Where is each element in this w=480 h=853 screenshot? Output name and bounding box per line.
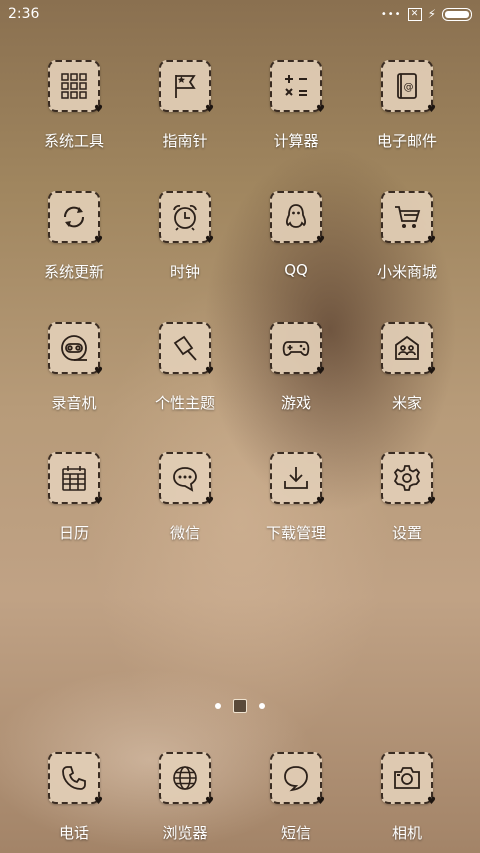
cassette-icon: ♥ xyxy=(48,322,103,377)
app-label: 个性主题 xyxy=(154,394,215,412)
heart-badge-icon: ♥ xyxy=(427,104,436,115)
heart-badge-icon: ♥ xyxy=(94,235,103,246)
dock-browser[interactable]: ♥ 浏览器 xyxy=(135,752,235,843)
heart-badge-icon: ♥ xyxy=(316,796,325,807)
heart-badge-icon: ♥ xyxy=(205,235,214,246)
status-icons: ••• ✕ ⚡ xyxy=(381,7,472,21)
page-dot[interactable] xyxy=(215,703,221,709)
app-mi-store[interactable]: ♥ 小米商城 xyxy=(357,191,457,282)
heart-badge-icon: ♥ xyxy=(94,104,103,115)
shopping-cart-icon: ♥ xyxy=(381,191,436,246)
message-bubble-icon: ♥ xyxy=(270,752,325,807)
heart-badge-icon: ♥ xyxy=(205,366,214,377)
no-sim-icon: ✕ xyxy=(407,7,422,21)
heart-badge-icon: ♥ xyxy=(205,104,214,115)
app-label: QQ xyxy=(284,261,308,279)
app-label: 米家 xyxy=(391,394,422,412)
app-games[interactable]: ♥ 游戏 xyxy=(246,322,346,413)
app-calendar[interactable]: ♥ 日历 xyxy=(24,452,124,543)
app-label: 短信 xyxy=(280,824,311,842)
heart-badge-icon: ♥ xyxy=(427,366,436,377)
calendar-icon: ♥ xyxy=(48,452,103,507)
heart-badge-icon: ♥ xyxy=(94,496,103,507)
heart-badge-icon: ♥ xyxy=(94,796,103,807)
phone-icon: ♥ xyxy=(48,752,103,807)
page-dot[interactable] xyxy=(259,703,265,709)
app-label: 下载管理 xyxy=(265,524,326,542)
status-bar: 2:36 ••• ✕ ⚡ xyxy=(0,0,480,28)
heart-badge-icon: ♥ xyxy=(205,496,214,507)
app-label: 录音机 xyxy=(51,394,97,412)
more-dots-icon: ••• xyxy=(380,8,402,20)
calculator-icon: ♥ xyxy=(270,60,325,115)
status-time: 2:36 xyxy=(8,6,40,22)
app-label: 系统更新 xyxy=(43,263,104,281)
home-people-icon: ♥ xyxy=(381,322,436,377)
app-label: 时钟 xyxy=(169,263,200,281)
refresh-icon: ♥ xyxy=(48,191,103,246)
svg-text:@: @ xyxy=(404,82,414,93)
app-wechat[interactable]: ♥ 微信 xyxy=(135,452,235,543)
gear-icon: ♥ xyxy=(381,452,436,507)
app-label: 电话 xyxy=(58,824,89,842)
app-compass[interactable]: ♥ 指南针 xyxy=(135,60,235,151)
app-email[interactable]: @ ♥ 电子邮件 xyxy=(357,60,457,151)
heart-badge-icon: ♥ xyxy=(316,104,325,115)
dock-phone[interactable]: ♥ 电话 xyxy=(24,752,124,843)
app-label: 指南针 xyxy=(162,132,208,150)
app-label: 浏览器 xyxy=(162,824,208,842)
app-label: 系统工具 xyxy=(43,132,104,150)
app-mijia[interactable]: ♥ 米家 xyxy=(357,322,457,413)
qq-penguin-icon: ♥ xyxy=(270,191,325,246)
app-label: 小米商城 xyxy=(376,263,437,281)
heart-badge-icon: ♥ xyxy=(427,796,436,807)
folder-grid-icon: ♥ xyxy=(48,60,103,115)
camera-icon: ♥ xyxy=(381,752,436,807)
heart-badge-icon: ♥ xyxy=(316,496,325,507)
app-label: 日历 xyxy=(58,524,89,542)
mail-icon: @ ♥ xyxy=(381,60,436,115)
app-label: 设置 xyxy=(391,524,422,542)
app-label: 相机 xyxy=(391,824,422,842)
download-icon: ♥ xyxy=(270,452,325,507)
battery-icon xyxy=(442,7,472,21)
app-download-manager[interactable]: ♥ 下载管理 xyxy=(246,452,346,543)
dock-messages[interactable]: ♥ 短信 xyxy=(246,752,346,843)
app-label: 电子邮件 xyxy=(376,132,437,150)
gamepad-icon: ♥ xyxy=(270,322,325,377)
dock-camera[interactable]: ♥ 相机 xyxy=(357,752,457,843)
app-label: 微信 xyxy=(169,524,200,542)
page-indicator[interactable] xyxy=(0,699,480,713)
chat-bubble-icon: ♥ xyxy=(159,452,214,507)
heart-badge-icon: ♥ xyxy=(316,235,325,246)
app-qq[interactable]: ♥ QQ xyxy=(246,191,346,279)
home-page-dot[interactable] xyxy=(233,699,247,713)
app-calculator[interactable]: ♥ 计算器 xyxy=(246,60,346,151)
app-label: 计算器 xyxy=(273,132,319,150)
paint-brush-icon: ♥ xyxy=(159,322,214,377)
heart-badge-icon: ♥ xyxy=(205,796,214,807)
alarm-clock-icon: ♥ xyxy=(159,191,214,246)
charging-icon: ⚡ xyxy=(427,7,436,21)
heart-badge-icon: ♥ xyxy=(427,235,436,246)
app-recorder[interactable]: ♥ 录音机 xyxy=(24,322,124,413)
globe-icon: ♥ xyxy=(159,752,214,807)
heart-badge-icon: ♥ xyxy=(427,496,436,507)
compass-flag-icon: ♥ xyxy=(159,60,214,115)
app-themes[interactable]: ♥ 个性主题 xyxy=(135,322,235,413)
heart-badge-icon: ♥ xyxy=(316,366,325,377)
app-system-tools[interactable]: ♥ 系统工具 xyxy=(24,60,124,151)
app-settings[interactable]: ♥ 设置 xyxy=(357,452,457,543)
app-label: 游戏 xyxy=(280,394,311,412)
app-clock[interactable]: ♥ 时钟 xyxy=(135,191,235,282)
heart-badge-icon: ♥ xyxy=(94,366,103,377)
app-system-update[interactable]: ♥ 系统更新 xyxy=(24,191,124,282)
